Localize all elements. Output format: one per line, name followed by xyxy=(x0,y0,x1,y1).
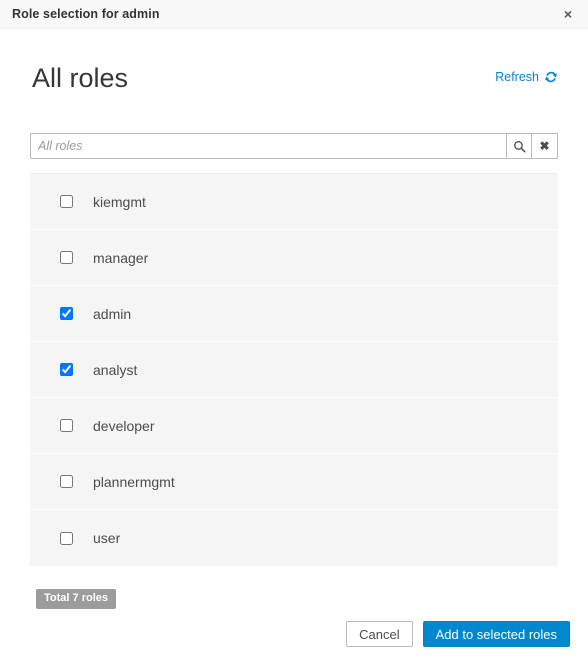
list-item[interactable]: kiemgmt xyxy=(30,174,558,230)
dialog-titlebar: Role selection for admin × xyxy=(0,0,588,29)
clear-icon: ✖ xyxy=(539,139,550,153)
refresh-button[interactable]: Refresh xyxy=(495,70,558,84)
refresh-icon xyxy=(544,70,558,84)
search-bar: ✖ xyxy=(30,133,558,159)
role-checkbox[interactable] xyxy=(60,307,73,320)
search-icon xyxy=(513,140,526,153)
role-name: developer xyxy=(93,417,155,434)
dialog-title: Role selection for admin xyxy=(12,7,160,21)
list-item[interactable]: user xyxy=(30,510,558,566)
role-name: user xyxy=(93,530,121,546)
role-name: manager xyxy=(93,249,149,266)
role-checkbox[interactable] xyxy=(60,195,73,208)
total-roles-badge: Total 7 roles xyxy=(36,589,116,609)
list-item[interactable]: plannermgmt xyxy=(30,454,558,510)
dialog-footer: Cancel Add to selected roles xyxy=(0,612,588,656)
role-checkbox[interactable] xyxy=(60,531,73,545)
cancel-button[interactable]: Cancel xyxy=(346,621,413,647)
list-item[interactable]: manager xyxy=(30,230,558,286)
role-checkbox[interactable] xyxy=(60,363,73,376)
close-icon[interactable]: × xyxy=(559,5,577,23)
roles-list: kiemgmt manager admin analyst developer … xyxy=(30,173,558,566)
search-button[interactable] xyxy=(506,133,532,159)
dialog-body: All roles Refresh ✖ xyxy=(0,29,588,609)
list-item[interactable]: admin xyxy=(30,286,558,342)
role-name: plannermgmt xyxy=(93,473,175,490)
role-checkbox[interactable] xyxy=(60,419,73,432)
page-title: All roles xyxy=(32,63,129,93)
role-checkbox[interactable] xyxy=(60,475,73,488)
list-item[interactable]: analyst xyxy=(30,342,558,398)
refresh-label: Refresh xyxy=(495,70,539,84)
role-name: analyst xyxy=(93,361,138,378)
clear-search-button[interactable]: ✖ xyxy=(532,133,558,159)
add-to-selected-roles-button[interactable]: Add to selected roles xyxy=(422,621,570,647)
search-input[interactable] xyxy=(30,133,506,159)
role-name: admin xyxy=(93,305,132,322)
role-checkbox[interactable] xyxy=(60,251,73,264)
header-row: All roles Refresh xyxy=(30,29,558,92)
list-item[interactable]: developer xyxy=(30,398,558,454)
role-name: kiemgmt xyxy=(93,193,146,210)
